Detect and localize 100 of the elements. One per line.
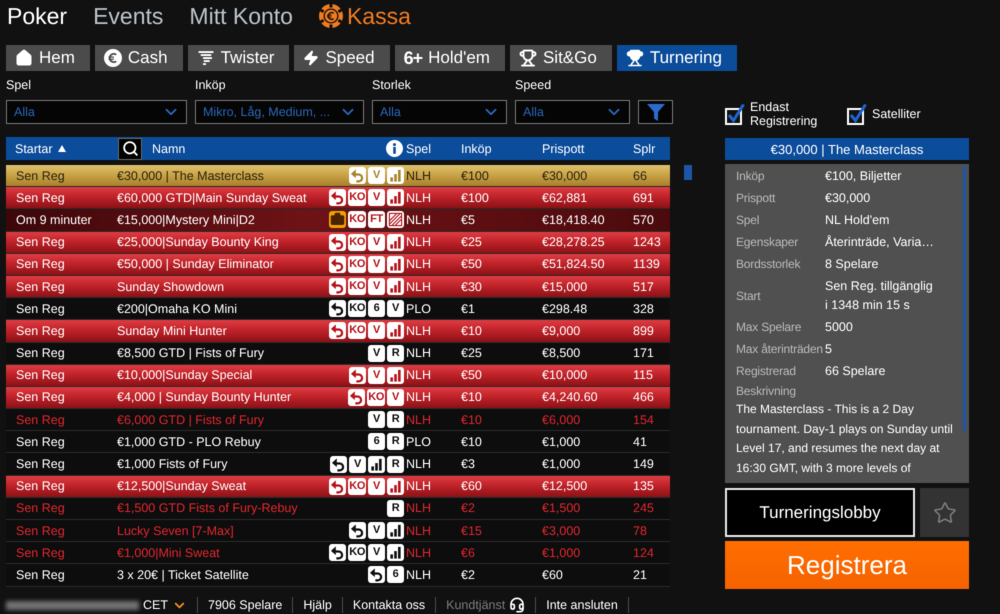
table-row[interactable]: Sen Reg €200|Omaha KO Mini KO 6 V PLO €1 €298.48 328 <box>6 298 670 320</box>
filter-button[interactable] <box>638 100 673 124</box>
column-header[interactable]: Splr <box>633 142 670 156</box>
striped-square-icon <box>387 211 404 228</box>
field-value: Sen Reg. tillgänglig i 1348 min 15 s <box>825 278 934 314</box>
table-row[interactable]: Sen Reg €4,000 | Sunday Bounty Hunter KO V NLH €10 €4,240.60 466 <box>6 386 670 410</box>
checkbox-label[interactable]: Satelliter <box>872 106 921 120</box>
tab[interactable]: Speed <box>294 45 390 71</box>
table-cell-text: NLH <box>406 235 432 250</box>
table-cell-text: Sen Reg <box>15 524 66 538</box>
connection-status: Inte ansluten <box>546 598 618 612</box>
search-icon <box>122 140 138 157</box>
tab[interactable]: Twister <box>188 45 290 71</box>
footer-link[interactable]: Kontakta oss <box>352 598 426 612</box>
nav-link[interactable]: Poker <box>7 2 68 30</box>
table-cell-text: 570 <box>633 212 655 227</box>
tab[interactable]: Cash <box>94 45 183 71</box>
table-row[interactable]: Sen Reg €10,000|Sunday Special V NLH €50 €10,000 115 <box>6 364 670 387</box>
column-header[interactable]: Prispott <box>542 142 633 156</box>
tournament-name: 3 x 20€ | Ticket Satellite <box>117 568 249 582</box>
table-cell-text: 78 <box>633 524 648 538</box>
reentry-arrow-icon <box>349 167 366 184</box>
tab[interactable]: Turnering <box>616 45 737 71</box>
table-cell-text: NLH <box>406 280 432 294</box>
table-row[interactable]: Om 9 minuter €15,000|Mystery Mini|D2 KO FT NLH €5 €18,418.40 570 <box>6 209 670 232</box>
nav-link[interactable]: Events <box>93 2 164 30</box>
column-header[interactable]: Namn <box>152 142 186 156</box>
signal-bars-icon <box>387 234 404 251</box>
table-cell-text: €60 <box>542 568 564 582</box>
feature-tag: V <box>368 522 385 540</box>
feature-tag: V <box>368 256 385 273</box>
tournament-name: €30,000 | The Masterclass <box>117 168 264 183</box>
column-header[interactable]: Startar <box>6 142 112 156</box>
nav-link[interactable]: Mitt Konto <box>189 2 293 30</box>
checkbox[interactable] <box>847 102 867 124</box>
nav-link[interactable]: Kassa <box>318 2 411 30</box>
table-cell-text: €51,824.50 <box>542 257 606 272</box>
table-row[interactable]: Sen Reg Sunday Mini Hunter KO V NLH €10 €9,000 899 <box>6 320 670 342</box>
field-label: Max Spelare <box>736 319 802 336</box>
table-cell-text: €10 <box>461 412 483 427</box>
table-row[interactable]: Sen Reg 3 x 20€ | Ticket Satellite 6 NLH €2 €60 21 <box>6 564 670 587</box>
scrollbar-thumb[interactable] <box>684 165 692 180</box>
feature-tag: KO <box>348 256 366 273</box>
table-row[interactable]: Sen Reg €1,000 GTD - PLO Rebuy 6 R PLO €10 €1,000 41 <box>6 431 670 454</box>
table-row[interactable]: Sen Reg €25,000|Sunday Bounty King KO V NLH €25 €28,278.25 1243 <box>6 232 670 254</box>
tab[interactable]: Sit&Go <box>510 45 612 71</box>
table-row[interactable]: Sen Reg €30,000 | The Masterclass V NLH €100 €30,000 66 <box>6 165 670 188</box>
tournament-name: Sunday Showdown <box>117 280 224 294</box>
tournament-name: €4,000 | Sunday Bounty Hunter <box>117 390 292 404</box>
filter-label: Speed <box>515 77 552 93</box>
feature-tag: V <box>368 234 385 251</box>
table-row[interactable]: Sen Reg €12,500|Sunday Sweat KO V NLH €60 €12,500 135 <box>6 476 670 498</box>
column-header[interactable]: Spel <box>406 142 461 156</box>
table-row[interactable]: Sen Reg Sunday Showdown KO V NLH €30 €15,000 517 <box>6 276 670 298</box>
feature-tag: KO <box>348 300 366 318</box>
table-row[interactable]: Sen Reg €60,000 GTD|Main Sunday Sweat KO V NLH €100 €62,881 691 <box>6 187 670 210</box>
feature-tag: KO <box>348 544 366 562</box>
table-cell-text: €12,500 <box>542 479 588 494</box>
column-header[interactable]: Inköp <box>461 142 542 156</box>
checkbox-label[interactable]: Endast Registrering <box>750 100 822 128</box>
table-cell-text: NLH <box>406 524 432 538</box>
table-row[interactable]: Sen Reg €8,500 GTD | Fists of Fury V R NLH €25 €8,500 171 <box>6 342 670 365</box>
feature-tag: R <box>387 456 404 473</box>
table-cell-text: NLH <box>406 346 432 360</box>
table-row[interactable]: Sen Reg €1,000 Fists of Fury V R NLH €3 €1,000 149 <box>6 453 670 476</box>
table-row[interactable]: Sen Reg €50,000 | Sunday Eliminator KO V NLH €50 €51,824.50 1139 <box>6 254 670 276</box>
timezone-dropdown[interactable]: CET <box>143 598 187 612</box>
table-cell-text: PLO <box>406 434 432 449</box>
table-cell-text: Sen Reg <box>15 302 66 316</box>
checkbox[interactable] <box>725 102 745 124</box>
favorite-button[interactable] <box>920 488 969 537</box>
table-row[interactable]: Sen Reg Lucky Seven [7-Max] V NLH €15 €3,000 78 <box>6 520 670 542</box>
tab[interactable]: 6+ Hold'em <box>394 45 505 71</box>
search-button[interactable] <box>118 138 142 160</box>
euro-coin-icon <box>104 49 122 67</box>
feature-tag: KO <box>348 278 366 296</box>
tournament-name: €12,500|Sunday Sweat <box>117 479 246 494</box>
table-cell-text: 691 <box>633 190 655 205</box>
scrollbar-thumb[interactable] <box>963 166 966 431</box>
signal-bars-icon <box>387 189 404 206</box>
table-cell-text: 466 <box>633 390 655 404</box>
table-cell-text: Sen Reg <box>15 546 66 560</box>
table-row[interactable]: Sen Reg €1,000|Mini Sweat KO V NLH €6 €1,000 124 <box>6 542 670 564</box>
table-row[interactable]: Sen Reg €6,000 GTD | Fists of Fury V R NLH €10 €6,000 154 <box>6 409 670 432</box>
feature-tag: V <box>368 189 385 206</box>
footer-link[interactable]: Hjälp <box>303 598 332 612</box>
table-cell-text: 135 <box>633 479 655 494</box>
table-cell-text: €50 <box>461 368 483 382</box>
lightning-icon <box>303 50 320 66</box>
table-cell-text: 517 <box>633 280 655 294</box>
table-row[interactable]: Sen Reg €1,500 GTD Fists of Fury-Rebuy R NLH €2 €1,500 245 <box>6 498 670 520</box>
table-cell-text: €6 <box>461 546 476 560</box>
feature-tag: FT <box>368 211 385 228</box>
info-icon[interactable] <box>386 140 403 157</box>
description-text: The Masterclass - This is a 2 Day tournament. Day-1 plays on Sunday until Level 17, and resumes the next day at 16:30 GMT, with 3 more levels of <box>736 401 954 476</box>
tab[interactable]: Hem <box>6 45 90 71</box>
tournament-name: €60,000 GTD|Main Sunday Sweat <box>117 190 306 205</box>
reentry-arrow-icon <box>330 456 347 473</box>
table-cell-text: Sen Reg <box>15 568 66 582</box>
lobby-button[interactable]: Turneringslobby <box>725 488 915 537</box>
